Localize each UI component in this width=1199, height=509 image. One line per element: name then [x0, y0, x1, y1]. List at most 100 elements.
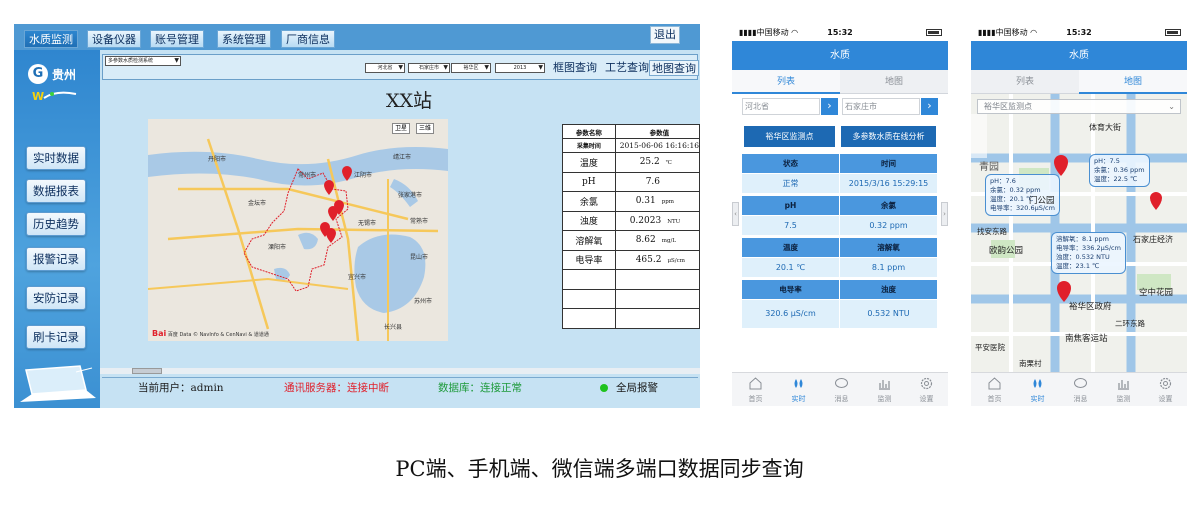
- baidu-logo: Bai: [152, 329, 167, 338]
- nav-tab-accounts[interactable]: 账号管理: [150, 30, 204, 48]
- next-page-arrow-icon[interactable]: ›: [941, 202, 948, 226]
- prev-page-arrow-icon[interactable]: ‹: [732, 202, 739, 226]
- map-place-label: 空中花园: [1139, 288, 1174, 298]
- table-row: [562, 288, 700, 309]
- map-marker-icon[interactable]: [342, 166, 352, 181]
- scrollbar-thumb[interactable]: [132, 368, 162, 374]
- nav-realtime[interactable]: 实时: [777, 373, 820, 406]
- menu-alarm-records[interactable]: 报警记录: [26, 247, 86, 271]
- map-place-label: 苏州市: [414, 297, 432, 305]
- station-bubble[interactable]: 溶解氧：8.1 ppm 电导率：336.2μS/cm 浊度：0.532 NTU …: [1051, 232, 1126, 274]
- map-marker-icon[interactable]: [1054, 155, 1068, 176]
- district-select-value: 裕华区: [463, 65, 479, 71]
- nav-monitor[interactable]: 监测: [1102, 373, 1145, 406]
- map-marker-icon[interactable]: [1150, 192, 1162, 210]
- map-markers: 靖江市 江阴市 张家港市 常熟市 常州市 无锡市 苏州市 宜兴市 溧阳市 金坛市…: [208, 153, 432, 331]
- frame-query-button[interactable]: 框图查询: [553, 60, 597, 76]
- grid-header: pH: [742, 196, 839, 215]
- menu-data-report[interactable]: 数据报表: [26, 179, 86, 203]
- logo-swoosh-icon: W: [32, 90, 77, 103]
- nav-monitor[interactable]: 监测: [863, 373, 906, 406]
- province-select[interactable]: 河北省 ▼: [365, 63, 405, 73]
- bubble-line: 温度：22.5 ℃: [1094, 175, 1138, 183]
- menu-security-records[interactable]: 安防记录: [26, 286, 86, 310]
- grid-header: 余氯: [840, 196, 937, 215]
- map-query-button[interactable]: 地图查询: [649, 60, 699, 76]
- empty-cell: [614, 269, 700, 290]
- analysis-button[interactable]: 多参数水质在线分析: [841, 126, 936, 147]
- city-input[interactable]: 石家庄市: [842, 98, 920, 115]
- map-marker-icon[interactable]: [1057, 281, 1071, 302]
- table-row: 溶解氧 8.62 mg/L: [562, 230, 700, 251]
- database-status: 数据库：连接正常: [438, 382, 522, 394]
- station-button[interactable]: 裕华区监测点: [744, 126, 835, 147]
- tab-map[interactable]: 地图: [1079, 70, 1187, 94]
- grid-header: 状态: [742, 154, 839, 173]
- grid-header: 浊度: [840, 280, 937, 299]
- map-place-label: 张家港市: [398, 191, 422, 199]
- map-attribution: Bai 百度 Data © NavInfo & CenNavi & 道道通: [152, 329, 269, 338]
- home-icon: [749, 377, 762, 390]
- phone-map[interactable]: pH：7.6 余氯：0.32 ppm 温度：20.1 ℃ 电导率：320.6μS…: [971, 94, 1187, 372]
- view-tabs: 列表 地图: [732, 70, 948, 94]
- menu-realtime-data[interactable]: 实时数据: [26, 146, 86, 170]
- map-place-label: 金坛市: [248, 199, 266, 207]
- dropdown-arrow-icon: ▼: [443, 64, 448, 71]
- map-marker-icon[interactable]: [324, 180, 334, 195]
- table-row: pH 7.6: [562, 171, 700, 192]
- nav-tab-vendor[interactable]: 厂商信息: [281, 30, 335, 48]
- pc-map[interactable]: 卫星 三维 靖江市 江阴市 张家港市 常熟市 常州市 无锡市 苏州市 宜兴市 溧…: [148, 119, 448, 341]
- empty-cell: [562, 269, 616, 290]
- battery-icon: [926, 29, 942, 36]
- nav-realtime[interactable]: 实时: [1016, 373, 1059, 406]
- param-unit: ppm: [661, 199, 674, 206]
- app-title: 水质: [732, 41, 948, 70]
- global-alarm[interactable]: 全局报警: [616, 378, 658, 398]
- grid-header: 时间: [840, 154, 937, 173]
- menu-card-records[interactable]: 刷卡记录: [26, 325, 86, 349]
- nav-messages[interactable]: 消息: [820, 373, 863, 406]
- grid-value: 20.1 ℃: [742, 258, 839, 277]
- nav-messages[interactable]: 消息: [1059, 373, 1102, 406]
- province-go-button[interactable]: ›: [821, 98, 838, 115]
- nav-tab-water-monitor[interactable]: 水质监测: [24, 30, 78, 48]
- nav-home[interactable]: 首页: [973, 373, 1016, 406]
- phone-list-view: ▮▮▮▮中国移动 ◠ 15:32 水质 列表 地图 河北省 › 石家庄市 › 裕…: [732, 24, 948, 406]
- nav-tab-devices[interactable]: 设备仪器: [87, 30, 141, 48]
- city-go-button[interactable]: ›: [921, 98, 938, 115]
- tab-map[interactable]: 地图: [840, 70, 948, 94]
- nav-settings[interactable]: 设置: [905, 373, 948, 406]
- exit-button[interactable]: 退出: [650, 26, 680, 44]
- tab-list[interactable]: 列表: [732, 70, 840, 94]
- station-bubble[interactable]: pH：7.5 余氯：0.36 ppm 温度：22.5 ℃: [1089, 154, 1150, 187]
- map-marker-icon[interactable]: [326, 228, 336, 243]
- process-query-button[interactable]: 工艺查询: [605, 60, 649, 76]
- district-select[interactable]: 裕华区 ▼: [451, 63, 491, 73]
- table-row: 电导率 465.2 μS/cm: [562, 249, 700, 270]
- param-value: 7.6: [645, 176, 661, 187]
- horizontal-scrollbar[interactable]: [100, 368, 700, 374]
- param-name: 溶解氧: [562, 230, 616, 251]
- province-input[interactable]: 河北省: [742, 98, 820, 115]
- nav-settings[interactable]: 设置: [1144, 373, 1187, 406]
- nav-label: 监测: [1116, 395, 1131, 403]
- map-marker-icon[interactable]: [328, 206, 338, 221]
- system-select[interactable]: 多参数水质检测系统 ▼: [105, 56, 181, 66]
- station-select[interactable]: 裕华区监测点 ⌄: [977, 99, 1181, 114]
- figure-caption: PC端、手机端、微信端多端口数据同步查询: [395, 457, 804, 481]
- menu-history-trend[interactable]: 历史趋势: [26, 212, 86, 236]
- nav-home[interactable]: 首页: [734, 373, 777, 406]
- view-tabs: 列表 地图: [971, 70, 1187, 94]
- bottom-nav: 首页 实时 消息 监测 设置: [971, 372, 1187, 406]
- nav-tab-system[interactable]: 系统管理: [217, 30, 271, 48]
- city-select[interactable]: 石家庄市 ▼: [408, 63, 450, 73]
- map-place-label: 门公园: [1029, 196, 1055, 206]
- param-name: pH: [562, 171, 616, 192]
- dropdown-arrow-icon: ▼: [538, 64, 543, 71]
- dropdown-arrow-icon: ▼: [484, 64, 489, 71]
- tab-list[interactable]: 列表: [971, 70, 1079, 94]
- year-select[interactable]: 2013 ▼: [495, 63, 545, 73]
- param-unit: μS/cm: [667, 257, 685, 264]
- phone-status-bar: ▮▮▮▮中国移动 ◠ 15:32: [732, 24, 948, 41]
- year-select-value: 2013: [513, 65, 527, 71]
